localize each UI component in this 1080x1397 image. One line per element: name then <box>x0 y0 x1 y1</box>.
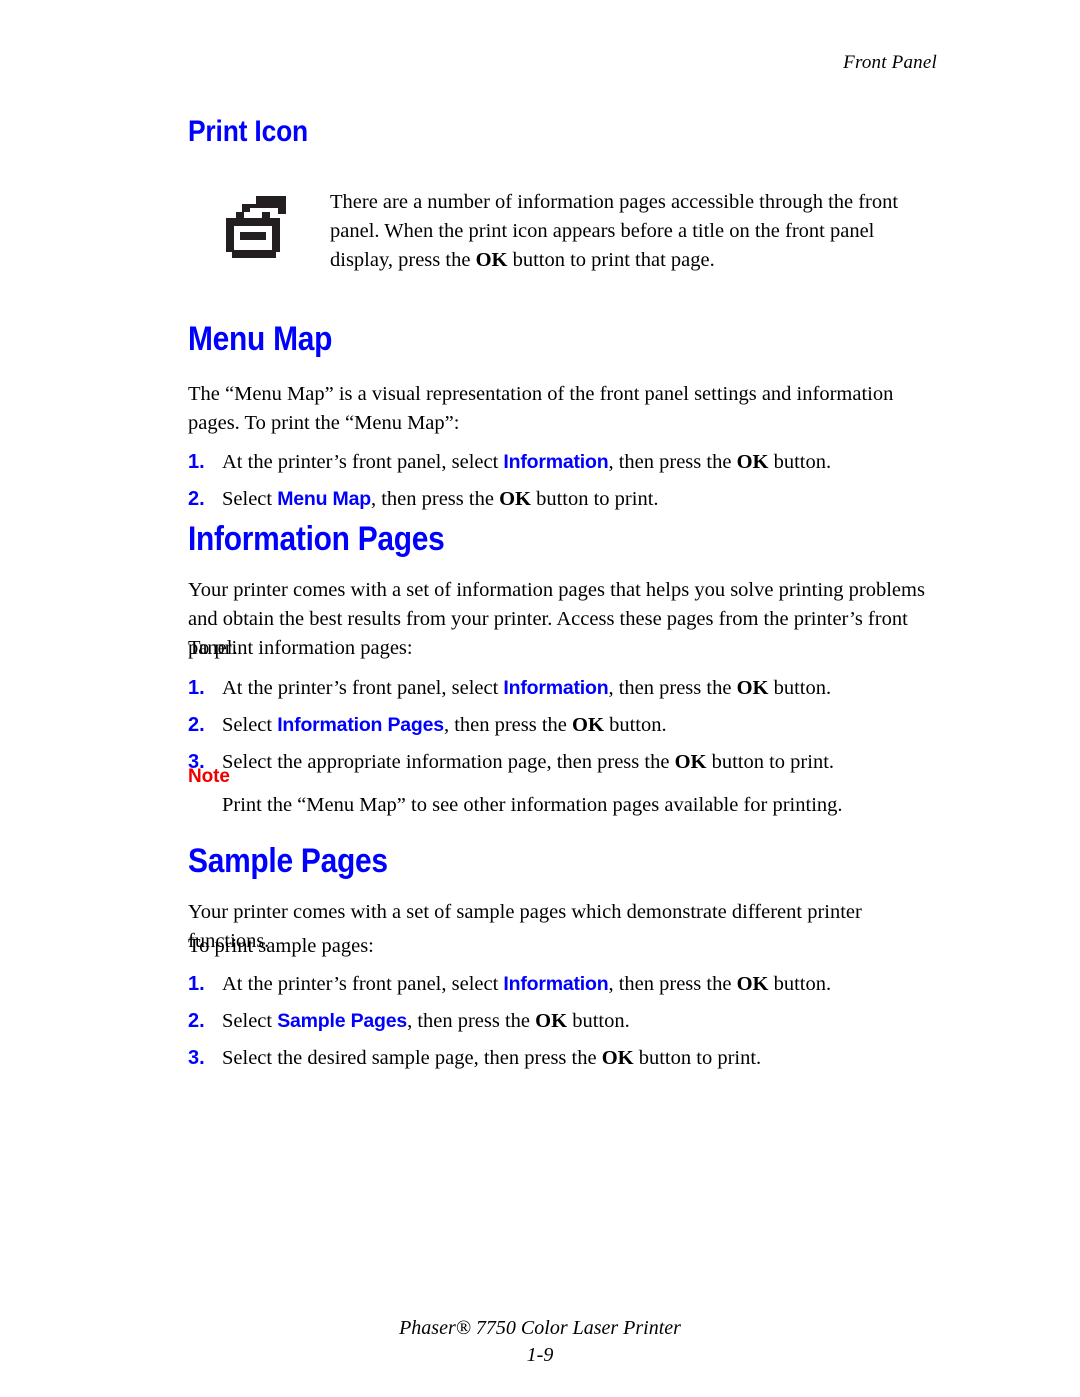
list-item: 2. Select Information Pages, then press … <box>188 711 940 740</box>
heading-sample-pages: Sample Pages <box>188 842 388 880</box>
page-footer: Phaser® 7750 Color Laser Printer 1-9 <box>0 1315 1080 1369</box>
list-item: 3. Select the desired sample page, then … <box>188 1044 940 1073</box>
running-header: Front Panel <box>843 52 937 73</box>
information-pages-lead-in: To print information pages: <box>188 637 413 659</box>
step-text-mid: , then press the <box>608 677 737 699</box>
document-page: Front Panel Print Icon There are a numbe… <box>0 0 1080 1397</box>
step-text-pre: Select <box>222 1010 278 1032</box>
ok-button-label: OK <box>475 249 508 271</box>
step-text-mid: , then press the <box>370 488 500 510</box>
step-text-pre: At the printer’s front panel, select <box>222 973 504 995</box>
step-text-post: button. <box>603 714 667 736</box>
menu-map-intro: The “Menu Map” is a visual representatio… <box>188 383 894 434</box>
print-icon-body: There are a number of information pages … <box>330 188 940 275</box>
step-text-post: button to print. <box>530 488 659 510</box>
step-text-pre: Select <box>222 488 278 510</box>
step-text-post: button. <box>768 677 832 699</box>
ui-term: Menu Map <box>277 488 371 510</box>
ok-button-label: OK <box>499 488 531 510</box>
note-block: Note Print the “Menu Map” to see other i… <box>188 766 940 820</box>
step-text-mid: , then press the <box>407 1010 536 1032</box>
heading-menu-map: Menu Map <box>188 320 333 358</box>
step-number: 1. <box>188 451 205 473</box>
step-text-post: button to print. <box>633 1047 762 1069</box>
step-text-pre: Select the desired sample page, then pre… <box>222 1047 602 1069</box>
step-text-post: button. <box>768 451 832 473</box>
list-item: 1. At the printer’s front panel, select … <box>188 970 940 999</box>
list-item: 2. Select Menu Map, then press the OK bu… <box>188 485 940 514</box>
step-text-mid: , then press the <box>608 973 737 995</box>
note-label: Note <box>188 766 230 787</box>
note-text: Print the “Menu Map” to see other inform… <box>222 794 843 816</box>
heading-information-pages: Information Pages <box>188 520 445 558</box>
heading-print-icon: Print Icon <box>188 115 308 148</box>
step-text-mid: , then press the <box>443 714 573 736</box>
step-text-mid: , then press the <box>608 451 737 473</box>
footer-product-line: Phaser® 7750 Color Laser Printer <box>399 1317 681 1339</box>
sample-pages-steps: 1. At the printer’s front panel, select … <box>188 970 940 1081</box>
ui-term: Information <box>503 451 609 473</box>
step-number: 2. <box>188 488 205 510</box>
ok-button-label: OK <box>736 451 769 473</box>
ok-button-label: OK <box>736 973 769 995</box>
step-text-pre: At the printer’s front panel, select <box>222 451 504 473</box>
ui-term: Information <box>503 677 609 699</box>
menu-map-steps: 1. At the printer’s front panel, select … <box>188 448 940 522</box>
ok-button-label: OK <box>535 1010 568 1032</box>
list-item: 1. At the printer’s front panel, select … <box>188 448 940 477</box>
footer-page-number: 1-9 <box>526 1344 554 1366</box>
print-icon-body-part2: button to print that page. <box>507 249 715 271</box>
ui-term: Information Pages <box>277 714 444 736</box>
step-text-pre: At the printer’s front panel, select <box>222 677 504 699</box>
step-text-post: button. <box>567 1010 630 1032</box>
printer-icon <box>226 196 286 258</box>
step-number: 3. <box>188 1047 205 1069</box>
ok-button-label: OK <box>736 677 769 699</box>
step-number: 2. <box>188 714 205 736</box>
step-number: 1. <box>188 677 205 699</box>
step-number: 2. <box>188 1010 205 1032</box>
ok-button-label: OK <box>572 714 604 736</box>
step-text-pre: Select <box>222 714 278 736</box>
list-item: 2. Select Sample Pages, then press the O… <box>188 1007 940 1036</box>
list-item: 1. At the printer’s front panel, select … <box>188 674 940 703</box>
sample-pages-lead-in: To print sample pages: <box>188 935 374 957</box>
step-text-post: button. <box>768 973 832 995</box>
ok-button-label: OK <box>601 1047 634 1069</box>
ui-term: Sample Pages <box>277 1010 408 1032</box>
ui-term: Information <box>503 973 609 995</box>
step-number: 1. <box>188 973 205 995</box>
